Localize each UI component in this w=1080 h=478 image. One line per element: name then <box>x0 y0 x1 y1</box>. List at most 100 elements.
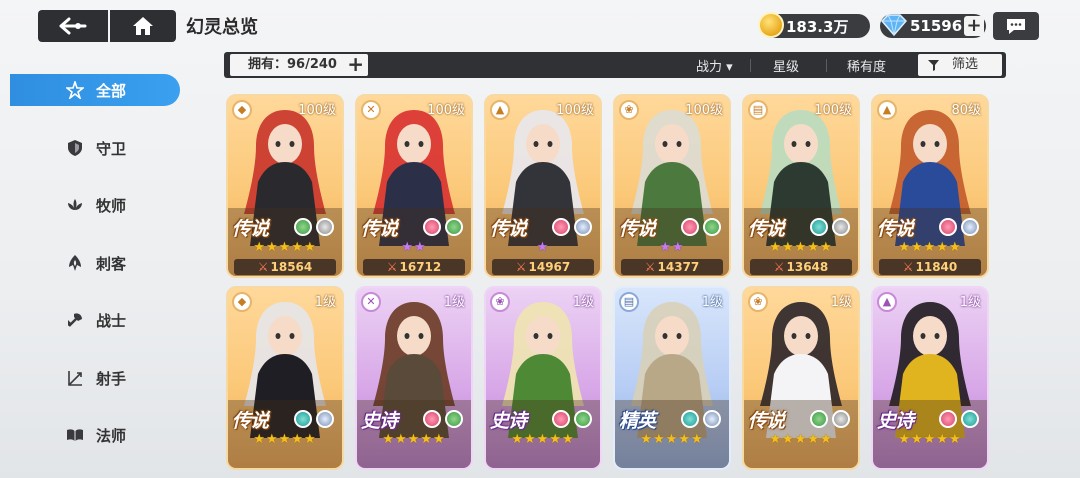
power-value: 16712 <box>399 260 442 274</box>
sidebar-item-assassin[interactable]: 刺客 <box>10 247 180 279</box>
shield-icon: ◆ <box>232 100 252 120</box>
fire-element-icon <box>552 218 570 236</box>
hero-level: 80级 <box>951 103 981 118</box>
star-rating: ★★★★★ <box>253 432 317 447</box>
power-value: 18564 <box>270 260 313 274</box>
back-button[interactable] <box>38 10 108 42</box>
power-bar: ⚔ 13648 <box>750 259 852 275</box>
light-element-icon <box>961 218 979 236</box>
hero-level: 1级 <box>314 295 336 310</box>
crossed-swords-icon: ⚔ <box>773 260 785 274</box>
lotus-icon: ❀ <box>748 292 768 312</box>
star-rating: ★★ <box>401 240 427 255</box>
rarity-label: 传说 <box>361 218 398 240</box>
hero-card[interactable]: ▲ 1级 史诗 ★★★★★ <box>871 286 989 470</box>
nature-element-icon <box>445 410 463 428</box>
hero-card[interactable]: ❀ 1级 传说 ★★★★★ <box>742 286 860 470</box>
hero-card[interactable]: ◆ 100级 传说 ★★★★★ ⚔ 18564 <box>226 94 344 278</box>
nature-element-icon <box>703 218 721 236</box>
hero-card[interactable]: ◆ 1级传说 ★★★★★ <box>226 286 344 470</box>
sidebar-item-guard[interactable]: 守卫 <box>10 132 180 164</box>
home-button[interactable] <box>110 10 176 42</box>
expand-slots-button[interactable]: + <box>347 54 364 75</box>
sidebar-item-label: 全部 <box>96 82 127 100</box>
fire-element-icon <box>681 218 699 236</box>
sort-by-power[interactable]: 战力 ▾ <box>696 56 733 75</box>
power-bar: ⚔ 11840 <box>879 259 981 275</box>
hero-level: 1级 <box>572 295 594 310</box>
hero-card[interactable]: ✕ 100级 传说 ★★ ⚔ 16712 <box>355 94 473 278</box>
hero-card[interactable]: ▤ 100级 传说 ★★★★★ ⚔ 13648 <box>742 94 860 278</box>
chat-button[interactable] <box>993 12 1039 40</box>
sidebar-item-warrior[interactable]: 战士 <box>10 304 180 336</box>
filter-button[interactable]: 筛选 <box>918 54 1002 76</box>
hero-card[interactable]: ▲ 80级 传说 ★★★★★ ⚔ 11840 <box>871 94 989 278</box>
power-bar: ⚔ 16712 <box>363 259 465 275</box>
sidebar-item-label: 牧师 <box>96 197 127 215</box>
sidebar-item-label: 法师 <box>96 427 127 445</box>
page-title: 幻灵总览 <box>186 17 258 38</box>
star-rating: ★★ <box>659 240 685 255</box>
fire-element-icon <box>552 410 570 428</box>
nature-element-icon <box>574 410 592 428</box>
top-bar: 幻灵总览 183.3万 51596 + <box>0 0 1080 50</box>
water-element-icon <box>681 410 699 428</box>
star-rating: ★★★★★ <box>511 432 575 447</box>
owned-counter: 拥有：96/240 + <box>230 54 368 76</box>
water-element-icon <box>810 218 828 236</box>
hero-level: 100级 <box>298 103 336 118</box>
hero-card[interactable]: ❀ 100级 传说 ★★ ⚔ 14377 <box>613 94 731 278</box>
crossed-swords-icon: ⚔ <box>257 260 269 274</box>
home-icon <box>133 17 153 35</box>
rarity-label: 史诗 <box>877 410 914 432</box>
power-value: 13648 <box>786 260 829 274</box>
sidebar-item-mage[interactable]: 法师 <box>10 419 180 451</box>
hero-card[interactable]: ❀ 1级 史诗 ★★★★★ <box>484 286 602 470</box>
gem-currency: 51596 + <box>880 14 986 38</box>
gold-currency: 183.3万 <box>758 12 870 38</box>
fire-element-icon <box>423 410 441 428</box>
hero-card[interactable]: ▲ 100级 传说 ★ ⚔ 14967 <box>484 94 602 278</box>
crossed-swords-icon: ⚔ <box>515 260 527 274</box>
star-rating: ★★★★★ <box>898 432 962 447</box>
hero-card[interactable]: ▤ 1级 精英 ★★★★★ <box>613 286 731 470</box>
power-value: 14967 <box>528 260 571 274</box>
sort-by-rarity[interactable]: 稀有度 <box>847 56 886 75</box>
sidebar-item-priest[interactable]: 牧师 <box>10 189 180 221</box>
sidebar-item-label: 守卫 <box>96 140 127 158</box>
book-icon: ▤ <box>619 292 639 312</box>
sort-filter-bar: 拥有：96/240 + 战力 ▾ 星级 稀有度 筛选 <box>224 52 1006 78</box>
all-star-icon <box>66 81 84 99</box>
rarity-label: 传说 <box>232 410 269 432</box>
sidebar-item-all[interactable]: 全部 <box>10 74 180 106</box>
sidebar-item-label: 射手 <box>96 370 127 388</box>
power-bar: ⚔ 14377 <box>621 259 723 275</box>
rarity-label: 传说 <box>232 218 269 240</box>
shield-icon: ◆ <box>232 292 252 312</box>
wind-element-icon <box>316 218 334 236</box>
divider <box>750 59 751 72</box>
hero-level: 100级 <box>814 103 852 118</box>
star-rating: ★★★★★ <box>640 432 704 447</box>
lotus-icon <box>68 199 82 210</box>
book-icon: ▤ <box>748 100 768 120</box>
power-bar: ⚔ 18564 <box>234 259 336 275</box>
add-gems-button[interactable]: + <box>964 16 984 36</box>
gem-amount: 51596 <box>910 17 963 35</box>
wind-element-icon <box>832 218 850 236</box>
light-element-icon <box>703 410 721 428</box>
gold-coin-icon <box>758 12 784 38</box>
sort-by-stars[interactable]: 星级 <box>773 56 799 75</box>
sidebar-item-archer[interactable]: 射手 <box>10 362 180 394</box>
hero-card[interactable]: ✕ 1级 史诗 ★★★★★ <box>355 286 473 470</box>
shield-icon <box>68 140 82 156</box>
dagger-icon: ▲ <box>877 100 897 120</box>
hero-level: 1级 <box>701 295 723 310</box>
fire-element-icon <box>423 218 441 236</box>
star-rating: ★★★★★ <box>769 240 833 255</box>
water-element-icon <box>294 410 312 428</box>
axe-icon: ✕ <box>361 100 381 120</box>
nature-element-icon <box>810 410 828 428</box>
fire-element-icon <box>939 410 957 428</box>
water-element-icon <box>961 410 979 428</box>
